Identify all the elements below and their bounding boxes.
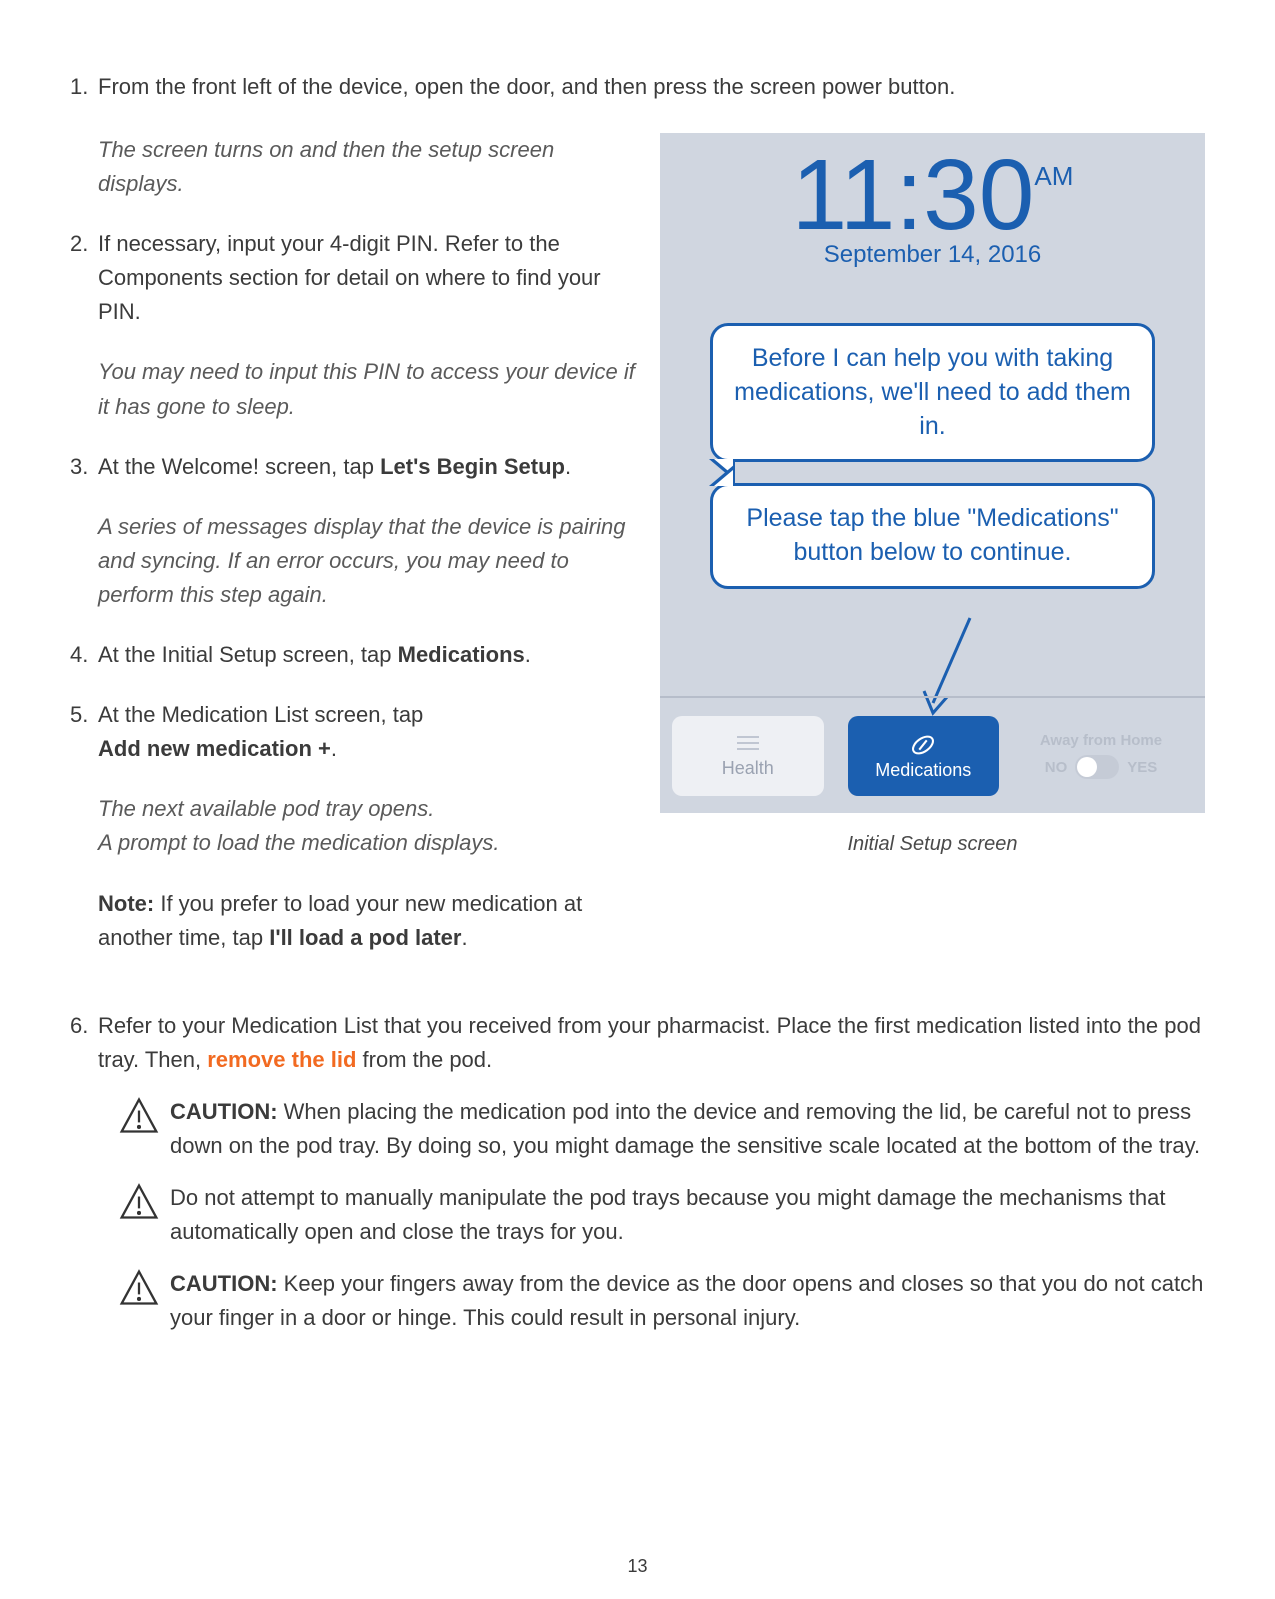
figure-caption: Initial Setup screen	[660, 833, 1205, 856]
step5-note: The next available pod tray opens. A pro…	[98, 792, 640, 860]
caution-body: CAUTION: Keep your fingers away from the…	[170, 1267, 1205, 1335]
text-line1: At the Medication List screen, tap	[98, 702, 423, 727]
bubble-text: Please tap the blue "Medications" button…	[746, 504, 1118, 566]
clock-date: September 14, 2016	[660, 241, 1205, 269]
step-text: At the Medication List screen, tap Add n…	[98, 698, 640, 766]
caution-icon	[118, 1095, 170, 1163]
text-bold: Add new medication +	[98, 736, 331, 761]
step-text: At the Welcome! screen, tap Let's Begin …	[98, 450, 640, 484]
speech-bubble-2: Please tap the blue "Medications" button…	[710, 483, 1155, 589]
health-button[interactable]: Health	[672, 716, 824, 796]
step-text: From the front left of the device, open …	[98, 70, 1205, 103]
button-label: Health	[722, 758, 774, 779]
device-screenshot: 11:30AM September 14, 2016 Before I can …	[660, 133, 1205, 813]
list-icon	[731, 732, 765, 754]
step-3: 3. At the Welcome! screen, tap Let's Beg…	[70, 450, 640, 484]
clock-area: 11:30AM September 14, 2016	[660, 133, 1205, 269]
step2-note: You may need to input this PIN to access…	[98, 355, 640, 423]
step-number: 1.	[70, 70, 98, 103]
toggle-knob	[1075, 755, 1119, 779]
medications-button[interactable]: Medications	[848, 716, 1000, 796]
caution-icon	[118, 1181, 170, 1249]
caution-icon	[118, 1267, 170, 1335]
toggle-yes-label: YES	[1127, 759, 1157, 776]
text-post: .	[331, 736, 337, 761]
away-toggle[interactable]: NO YES	[1045, 755, 1158, 779]
caution-label: CAUTION:	[170, 1271, 278, 1296]
note-post: .	[461, 925, 467, 950]
step3-note: A series of messages display that the de…	[98, 510, 640, 612]
clock-ampm: AM	[1034, 161, 1073, 192]
caution-3: CAUTION: Keep your fingers away from the…	[118, 1267, 1205, 1335]
speech-bubble-1: Before I can help you with taking medica…	[710, 323, 1155, 462]
text-post: from the pod.	[356, 1047, 492, 1072]
text-pre: At the Welcome! screen, tap	[98, 454, 380, 479]
text-highlight: remove the lid	[207, 1047, 356, 1072]
text-bold: Medications	[398, 642, 525, 667]
caution-label: CAUTION:	[170, 1099, 278, 1124]
clock-time: 11:30	[792, 145, 1035, 245]
device-column: 11:30AM September 14, 2016 Before I can …	[660, 133, 1205, 856]
step1-note: The screen turns on and then the setup s…	[98, 133, 640, 201]
bottom-bar: Health Medications Away from Home NO	[660, 696, 1205, 813]
step-text: Refer to your Medication List that you r…	[98, 1009, 1205, 1077]
note-bold: I'll load a pod later	[269, 925, 461, 950]
step-number: 4.	[70, 638, 98, 672]
away-from-home: Away from Home NO YES	[1011, 716, 1191, 796]
step-text: If necessary, input your 4-digit PIN. Re…	[98, 227, 640, 329]
caution-1: CAUTION: When placing the medication pod…	[118, 1095, 1205, 1163]
away-label: Away from Home	[1040, 732, 1162, 749]
text-post: .	[565, 454, 571, 479]
text-post: .	[525, 642, 531, 667]
caution-text: When placing the medication pod into the…	[170, 1099, 1200, 1158]
button-label: Medications	[875, 760, 971, 781]
step-6: 6. Refer to your Medication List that yo…	[70, 1009, 1205, 1077]
step-number: 2.	[70, 227, 98, 329]
text-pre: At the Initial Setup screen, tap	[98, 642, 398, 667]
pill-icon	[908, 730, 938, 760]
step-number: 3.	[70, 450, 98, 484]
caution-body: CAUTION: When placing the medication pod…	[170, 1095, 1205, 1163]
step-number: 6.	[70, 1009, 98, 1077]
bubble-text: Before I can help you with taking medica…	[734, 344, 1131, 440]
caution-text: Keep your fingers away from the device a…	[170, 1271, 1203, 1330]
step-number: 5.	[70, 698, 98, 766]
step-text: At the Initial Setup screen, tap Medicat…	[98, 638, 640, 672]
text-bold: Let's Begin Setup	[380, 454, 565, 479]
caution-text: Do not attempt to manually manipulate th…	[170, 1181, 1205, 1249]
note-label: Note:	[98, 891, 154, 916]
step5-note2: Note: If you prefer to load your new med…	[98, 887, 640, 955]
step-1: 1. From the front left of the device, op…	[70, 70, 1205, 103]
toggle-no-label: NO	[1045, 759, 1068, 776]
step-4: 4. At the Initial Setup screen, tap Medi…	[70, 638, 640, 672]
step-5: 5. At the Medication List screen, tap Ad…	[70, 698, 640, 766]
step-2: 2. If necessary, input your 4-digit PIN.…	[70, 227, 640, 329]
page-number: 13	[0, 1556, 1275, 1577]
caution-2: Do not attempt to manually manipulate th…	[118, 1181, 1205, 1249]
